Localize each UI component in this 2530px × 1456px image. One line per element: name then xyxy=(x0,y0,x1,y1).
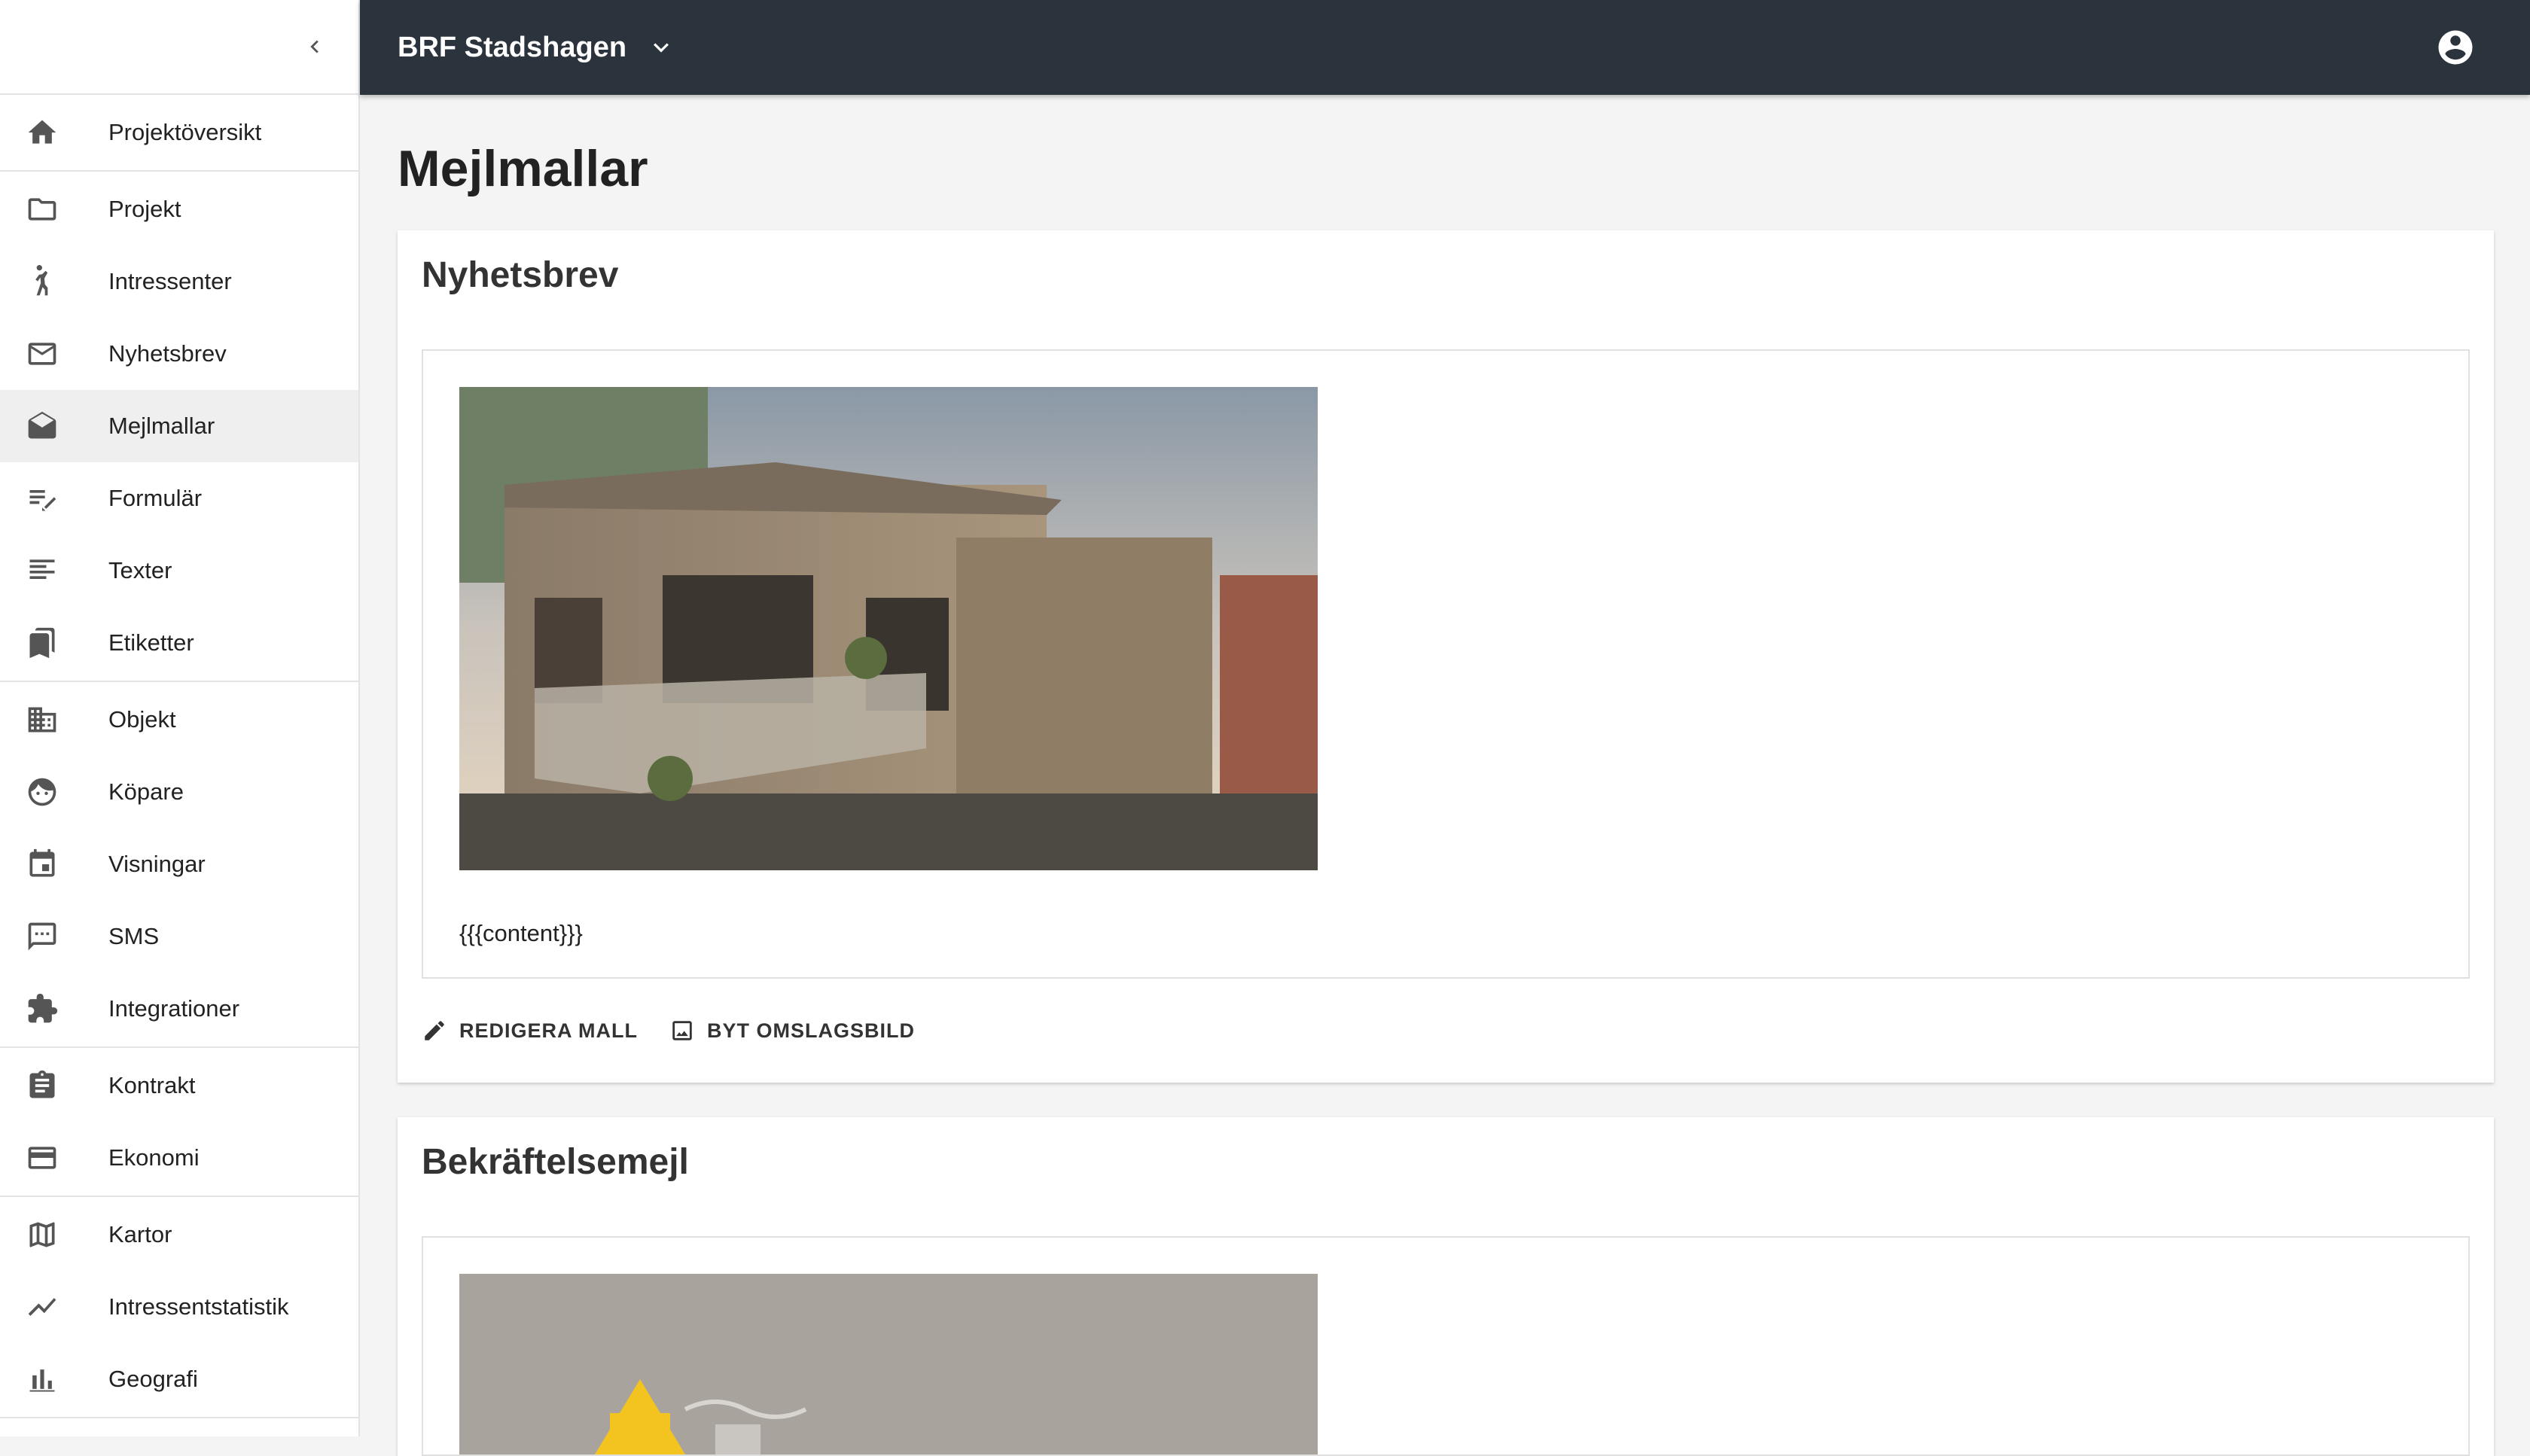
clipboard-icon xyxy=(0,1049,108,1122)
sidebar-item-label: Etiketter xyxy=(108,629,194,656)
image-icon xyxy=(672,1021,692,1040)
sidebar: Projektöversikt Projekt Intressenter Nyhets… xyxy=(0,0,360,1436)
sidebar-item-geografi[interactable]: Geografi xyxy=(0,1343,358,1415)
sidebar-item-label: Formulär xyxy=(108,485,203,511)
change-cover-label: BYT OMSLAGSBILD xyxy=(707,1019,915,1042)
cover-image xyxy=(459,1274,1318,1454)
folder-icon xyxy=(0,173,108,245)
sidebar-item-label: Integrationer xyxy=(108,995,240,1022)
sidebar-item-label: Visningar xyxy=(108,851,206,877)
page-title: Mejlmallar xyxy=(398,140,648,197)
sidebar-item-nyhetsbrev[interactable]: Nyhetsbrev xyxy=(0,318,358,390)
bookmarks-icon xyxy=(0,607,108,679)
sidebar-item-kopare[interactable]: Köpare xyxy=(0,756,358,828)
sidebar-nav: Projektöversikt Projekt Intressenter Nyhets… xyxy=(0,95,358,1418)
sidebar-item-label: Intressentstatistik xyxy=(108,1293,289,1320)
sms-icon xyxy=(0,900,108,973)
nav-group: Kontrakt Ekonomi xyxy=(0,1048,358,1197)
edit-template-button[interactable]: REDIGERA MALL xyxy=(422,1018,638,1043)
nav-group: Kartor Intressentstatistik Geografi xyxy=(0,1197,358,1418)
sidebar-item-label: Texter xyxy=(108,557,172,583)
card-title: Nyhetsbrev xyxy=(422,255,619,295)
puzzle-icon xyxy=(0,973,108,1045)
template-preview: {{{content}}} xyxy=(422,349,2470,979)
calendar-icon xyxy=(0,828,108,900)
sidebar-item-label: Kartor xyxy=(108,1221,172,1247)
sidebar-item-formular[interactable]: Formulär xyxy=(0,462,358,535)
sidebar-item-label: Geografi xyxy=(108,1366,198,1392)
credit-card-icon xyxy=(0,1122,108,1194)
template-card-newsletter: Nyhetsbrev {{{content}}} REDIGERA MALL B… xyxy=(398,230,2494,1083)
bar-chart-icon xyxy=(0,1343,108,1415)
top-bar: BRF Stadshagen xyxy=(360,0,2530,95)
main-content: Mejlmallar Nyhetsbrev {{{content}}} REDI… xyxy=(398,95,2494,1456)
sidebar-item-kartor[interactable]: Kartor xyxy=(0,1199,358,1271)
project-selector[interactable]: BRF Stadshagen xyxy=(398,32,676,64)
sidebar-item-label: Köpare xyxy=(108,778,184,805)
collapse-sidebar-button[interactable] xyxy=(298,30,331,63)
sidebar-item-label: Mejlmallar xyxy=(108,413,215,439)
content-placeholder: {{{content}}} xyxy=(459,920,583,946)
nav-group: Objekt Köpare Visningar SMS Integrationer xyxy=(0,682,358,1048)
sidebar-item-intressentstatistik[interactable]: Intressentstatistik xyxy=(0,1271,358,1343)
trending-icon xyxy=(0,1271,108,1343)
pencil-icon xyxy=(425,1021,444,1040)
sidebar-item-sms[interactable]: SMS xyxy=(0,900,358,973)
sidebar-item-label: Objekt xyxy=(108,706,176,733)
template-card-confirmation: Bekräftelsemejl xyxy=(398,1117,2494,1456)
cover-image xyxy=(459,387,1318,870)
sidebar-item-visningar[interactable]: Visningar xyxy=(0,828,358,900)
sidebar-item-label: Intressenter xyxy=(108,268,232,294)
change-cover-button[interactable]: BYT OMSLAGSBILD xyxy=(669,1018,915,1043)
building-icon xyxy=(0,684,108,756)
face-icon xyxy=(0,756,108,828)
sidebar-item-intressenter[interactable]: Intressenter xyxy=(0,245,358,318)
edit-template-label: REDIGERA MALL xyxy=(459,1019,638,1042)
sidebar-header xyxy=(0,0,358,95)
edit-note-icon xyxy=(0,462,108,535)
card-title: Bekräftelsemejl xyxy=(422,1142,689,1182)
nav-group: Projekt Intressenter Nyhetsbrev Mejlmallar F… xyxy=(0,172,358,682)
account-button[interactable] xyxy=(2435,27,2476,68)
sidebar-item-label: Projektöversikt xyxy=(108,119,262,145)
sidebar-item-objekt[interactable]: Objekt xyxy=(0,684,358,756)
nav-group: Projektöversikt xyxy=(0,95,358,172)
chevron-left-icon xyxy=(310,40,319,53)
project-name: BRF Stadshagen xyxy=(398,31,627,63)
template-preview xyxy=(422,1236,2470,1456)
home-icon xyxy=(0,96,108,169)
card-actions: REDIGERA MALL BYT OMSLAGSBILD xyxy=(422,979,2470,1083)
sidebar-item-label: Ekonomi xyxy=(108,1144,200,1171)
person-waving-icon xyxy=(0,245,108,318)
sidebar-item-texter[interactable]: Texter xyxy=(0,535,358,607)
map-icon xyxy=(0,1199,108,1271)
sidebar-item-integrationer[interactable]: Integrationer xyxy=(0,973,358,1045)
chevron-down-icon xyxy=(646,32,676,62)
sidebar-item-ekonomi[interactable]: Ekonomi xyxy=(0,1122,358,1194)
sidebar-item-label: Nyhetsbrev xyxy=(108,340,227,367)
sidebar-item-mejlmallar[interactable]: Mejlmallar xyxy=(0,390,358,462)
sidebar-item-label: SMS xyxy=(108,923,160,949)
sidebar-item-label: Projekt xyxy=(108,196,181,222)
sidebar-item-projekt[interactable]: Projekt xyxy=(0,173,358,245)
account-circle-icon xyxy=(2438,30,2473,65)
sidebar-item-label: Kontrakt xyxy=(108,1072,196,1098)
mail-icon xyxy=(0,318,108,390)
text-lines-icon xyxy=(0,535,108,607)
drafts-icon xyxy=(0,390,108,462)
sidebar-item-etiketter[interactable]: Etiketter xyxy=(0,607,358,679)
sidebar-item-projektoversikt[interactable]: Projektöversikt xyxy=(0,96,358,169)
sidebar-item-kontrakt[interactable]: Kontrakt xyxy=(0,1049,358,1122)
